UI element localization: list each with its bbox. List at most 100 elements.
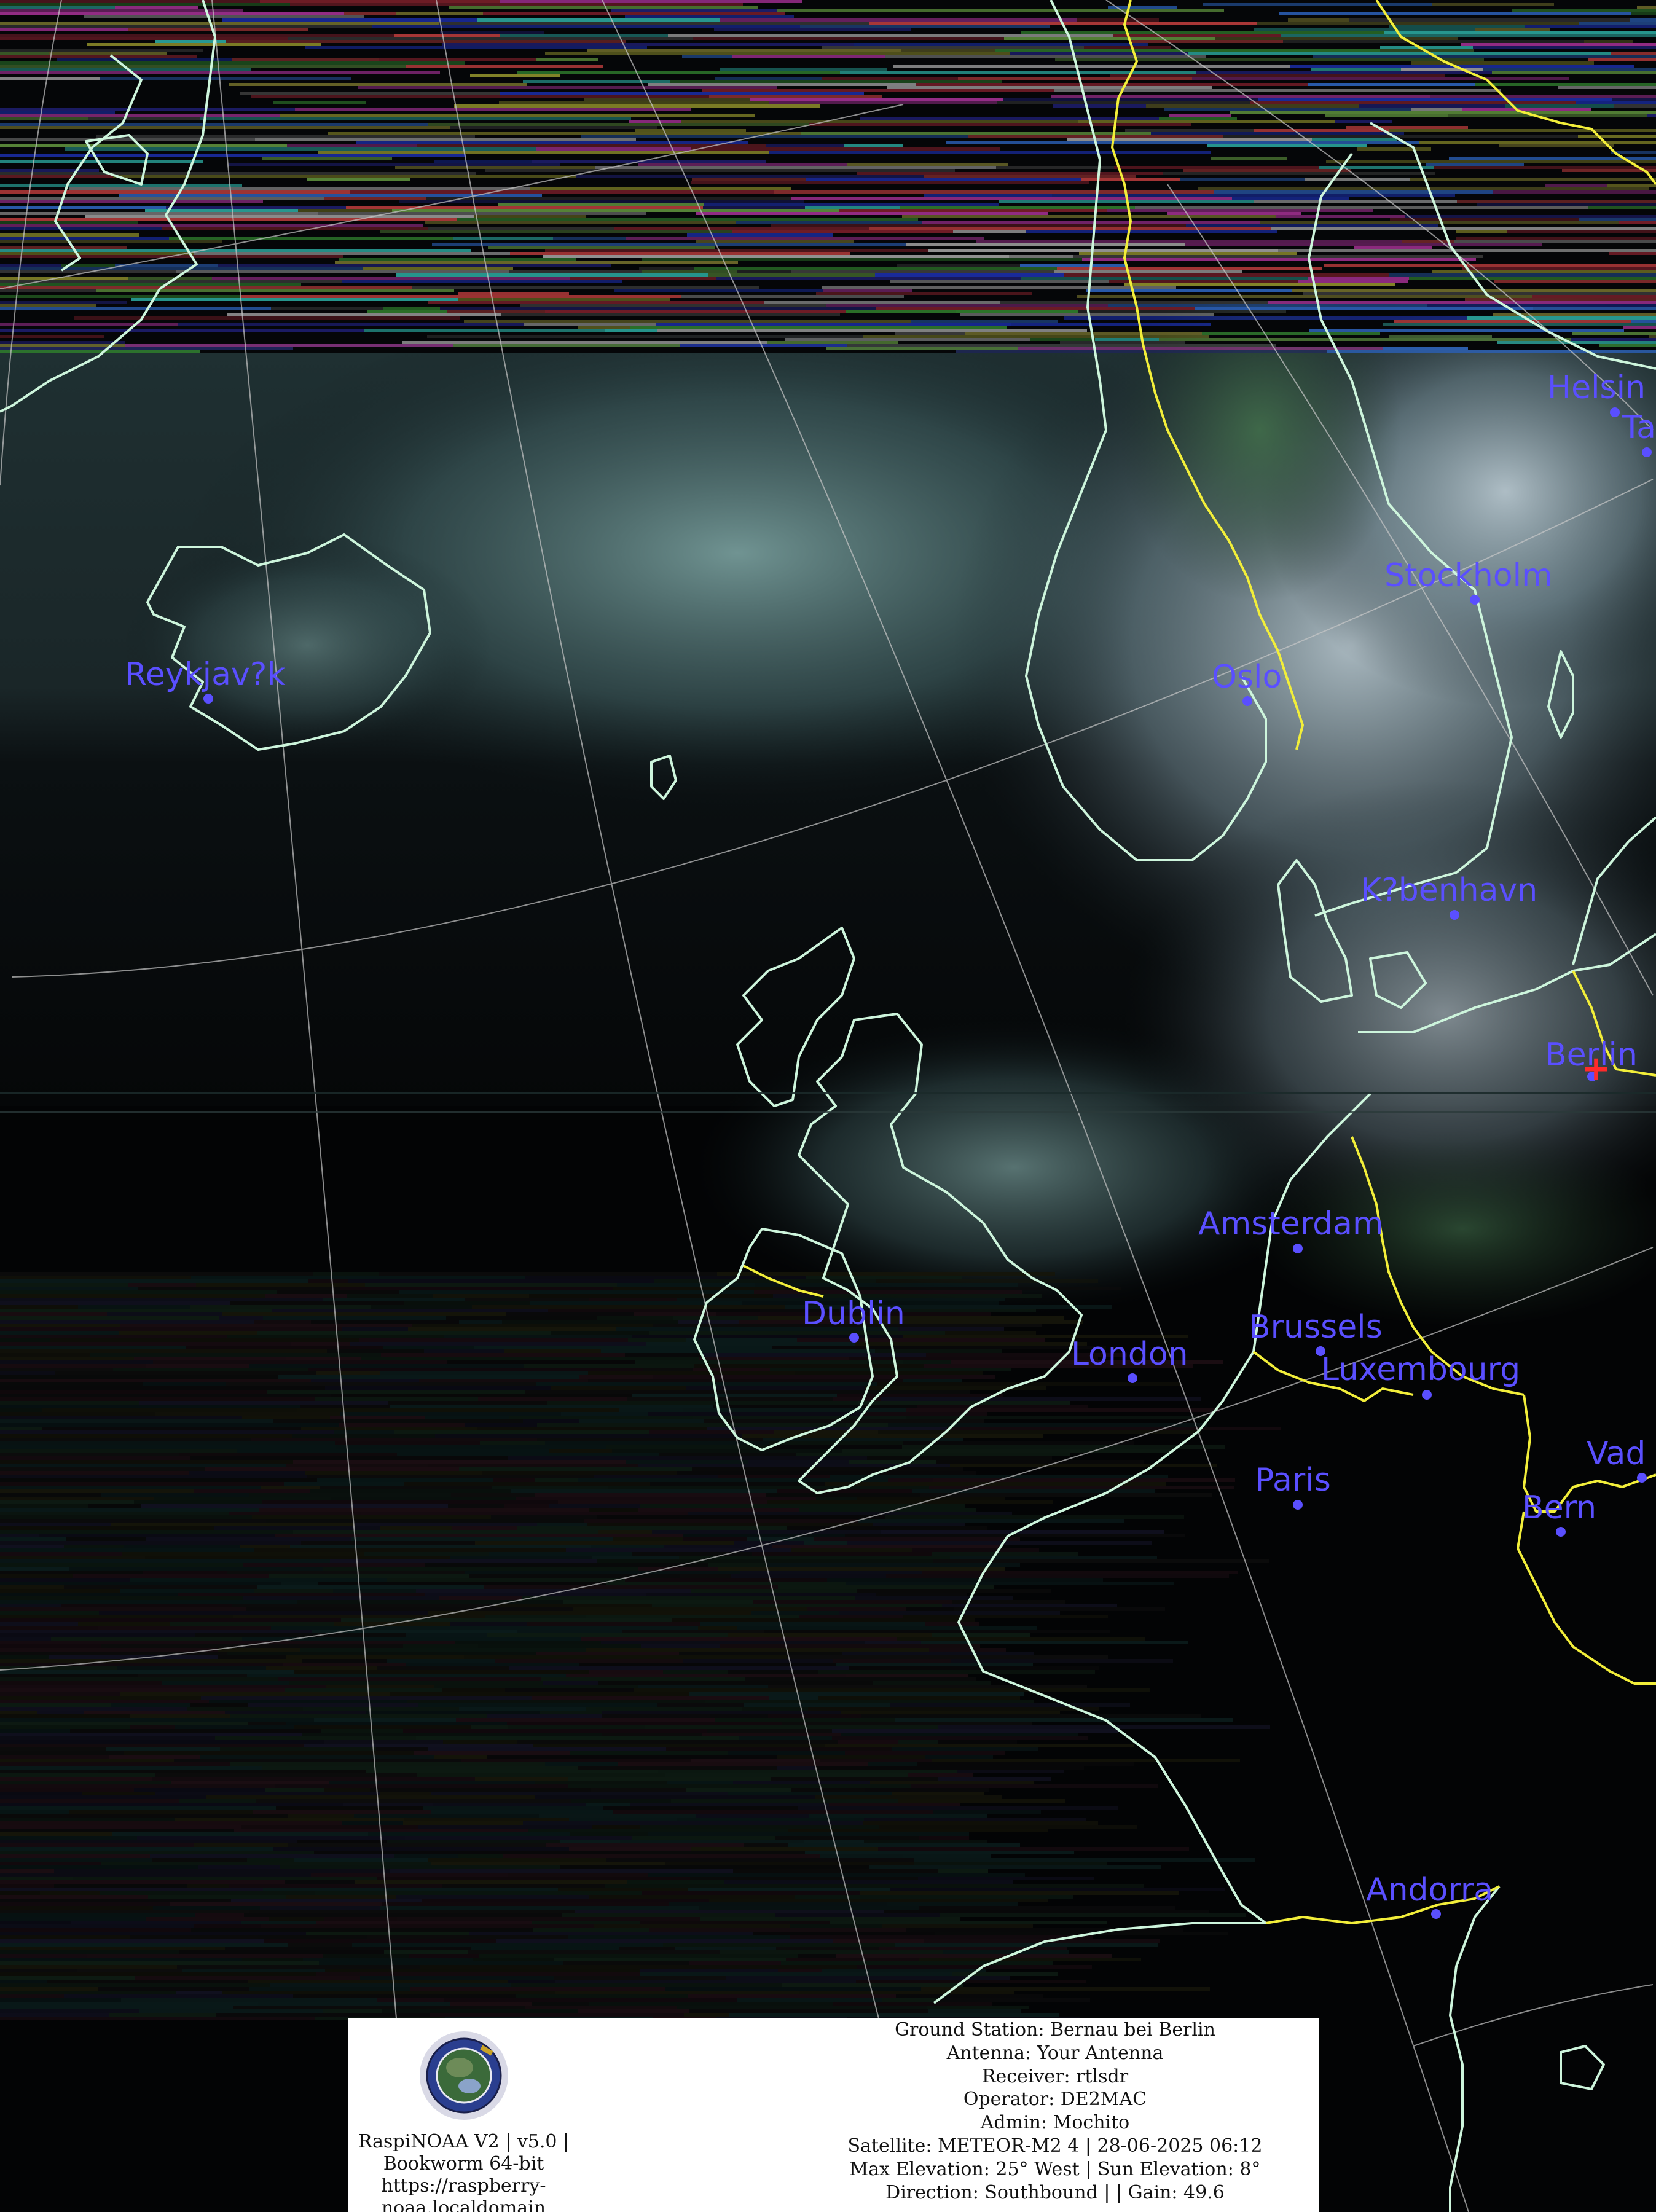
noise-streak	[205, 1467, 459, 1471]
noise-streak	[167, 52, 545, 55]
noise-streak	[1462, 267, 1656, 270]
noise-streak	[587, 1523, 873, 1526]
operator-line: Operator: DE2MAC	[963, 2088, 1147, 2111]
noise-streak	[717, 1397, 833, 1401]
noise-streak	[328, 132, 801, 135]
noise-streak	[112, 1832, 368, 1836]
noise-streak	[263, 1888, 558, 1891]
noise-streak	[372, 25, 800, 28]
noise-streak	[182, 1969, 325, 1972]
noise-streak	[922, 1571, 1238, 1574]
noise-streak	[547, 1401, 858, 1405]
noise-streak	[1135, 206, 1588, 209]
noise-streak	[530, 1301, 742, 1305]
noise-streak	[143, 1382, 226, 1386]
noise-streak	[433, 1294, 529, 1298]
noise-streak	[203, 160, 434, 163]
noise-streak	[0, 46, 305, 49]
noise-streak	[537, 1423, 846, 1427]
noise-streak	[822, 286, 1176, 289]
noise-streak	[517, 1630, 622, 1633]
noise-streak	[251, 1438, 537, 1441]
noise-streak	[0, 1626, 98, 1630]
noise-streak	[1647, 114, 1656, 117]
noise-streak	[581, 135, 968, 138]
noise-streak	[242, 1416, 330, 1419]
noise-streak	[0, 1346, 186, 1349]
noise-streak	[0, 1685, 326, 1688]
noise-streak	[953, 230, 1026, 233]
noise-streak	[710, 1714, 768, 1718]
noise-streak	[1290, 65, 1634, 68]
noise-streak	[331, 1497, 516, 1500]
noise-streak	[1410, 178, 1656, 181]
noise-streak	[1633, 40, 1656, 43]
noise-streak	[867, 1456, 1052, 1460]
noise-streak	[1607, 184, 1656, 187]
noise-streak	[602, 1733, 702, 1736]
noise-streak	[187, 151, 318, 154]
noise-streak	[0, 1936, 130, 1939]
noise-streak	[127, 301, 428, 304]
noise-streak	[586, 1707, 742, 1711]
noise-streak	[957, 1770, 1064, 1773]
noise-streak	[440, 71, 517, 74]
noise-streak	[425, 1416, 509, 1419]
noise-streak	[397, 1917, 700, 1921]
noise-streak	[575, 1910, 884, 1913]
noise-streak	[772, 1346, 1106, 1349]
noise-streak	[0, 1556, 145, 1559]
noise-streak	[71, 1921, 241, 1924]
noise-streak	[215, 1736, 416, 1740]
noise-streak	[1079, 252, 1297, 255]
noise-streak	[0, 34, 394, 37]
noise-streak	[423, 1806, 603, 1810]
noise-streak	[0, 1489, 194, 1493]
noise-streak	[815, 1766, 1084, 1770]
noise-streak	[0, 138, 255, 141]
noise-streak	[325, 1969, 640, 1972]
noise-streak	[869, 1865, 1161, 1869]
noise-streak	[814, 1537, 1020, 1541]
noise-streak	[1533, 307, 1656, 310]
noise-streak	[0, 1994, 64, 1998]
noise-streak	[294, 1858, 428, 1862]
noise-streak	[286, 1464, 428, 1467]
noise-streak	[287, 144, 417, 147]
noise-streak	[74, 316, 460, 320]
noise-streak	[665, 1862, 914, 1865]
noise-streak	[533, 1928, 649, 1932]
noise-streak	[0, 1408, 42, 1412]
noise-streak	[606, 1445, 767, 1449]
noise-streak	[533, 1744, 825, 1747]
noise-streak	[742, 1707, 808, 1711]
noise-streak	[0, 1821, 342, 1825]
noise-streak	[864, 1412, 987, 1416]
noise-streak	[0, 1375, 278, 1379]
noise-streak	[589, 1670, 663, 1674]
noise-streak	[288, 1943, 352, 1947]
noise-streak	[243, 9, 611, 12]
noise-streak	[842, 1449, 1172, 1453]
noise-streak	[0, 1921, 71, 1924]
noise-streak	[646, 1593, 876, 1596]
noise-streak	[495, 1659, 683, 1663]
noise-streak	[517, 71, 840, 74]
noise-streak	[262, 1766, 578, 1770]
city-marker-kobenhavn	[1450, 910, 1459, 920]
city-label-london: London	[1071, 1336, 1188, 1373]
noise-streak	[130, 1578, 387, 1582]
noise-streak	[42, 1408, 297, 1412]
noise-streak	[1004, 37, 1215, 40]
noise-streak	[350, 1342, 646, 1346]
noise-streak	[632, 1335, 903, 1338]
noise-streak	[399, 1290, 710, 1294]
noise-streak	[0, 141, 356, 144]
noise-streak	[1018, 347, 1383, 350]
noise-streak	[0, 1692, 120, 1696]
noise-streak	[0, 1320, 254, 1324]
noise-streak	[336, 1445, 606, 1449]
noise-streak	[258, 1936, 367, 1939]
noise-streak	[0, 1537, 66, 1541]
noise-streak	[266, 1519, 584, 1523]
